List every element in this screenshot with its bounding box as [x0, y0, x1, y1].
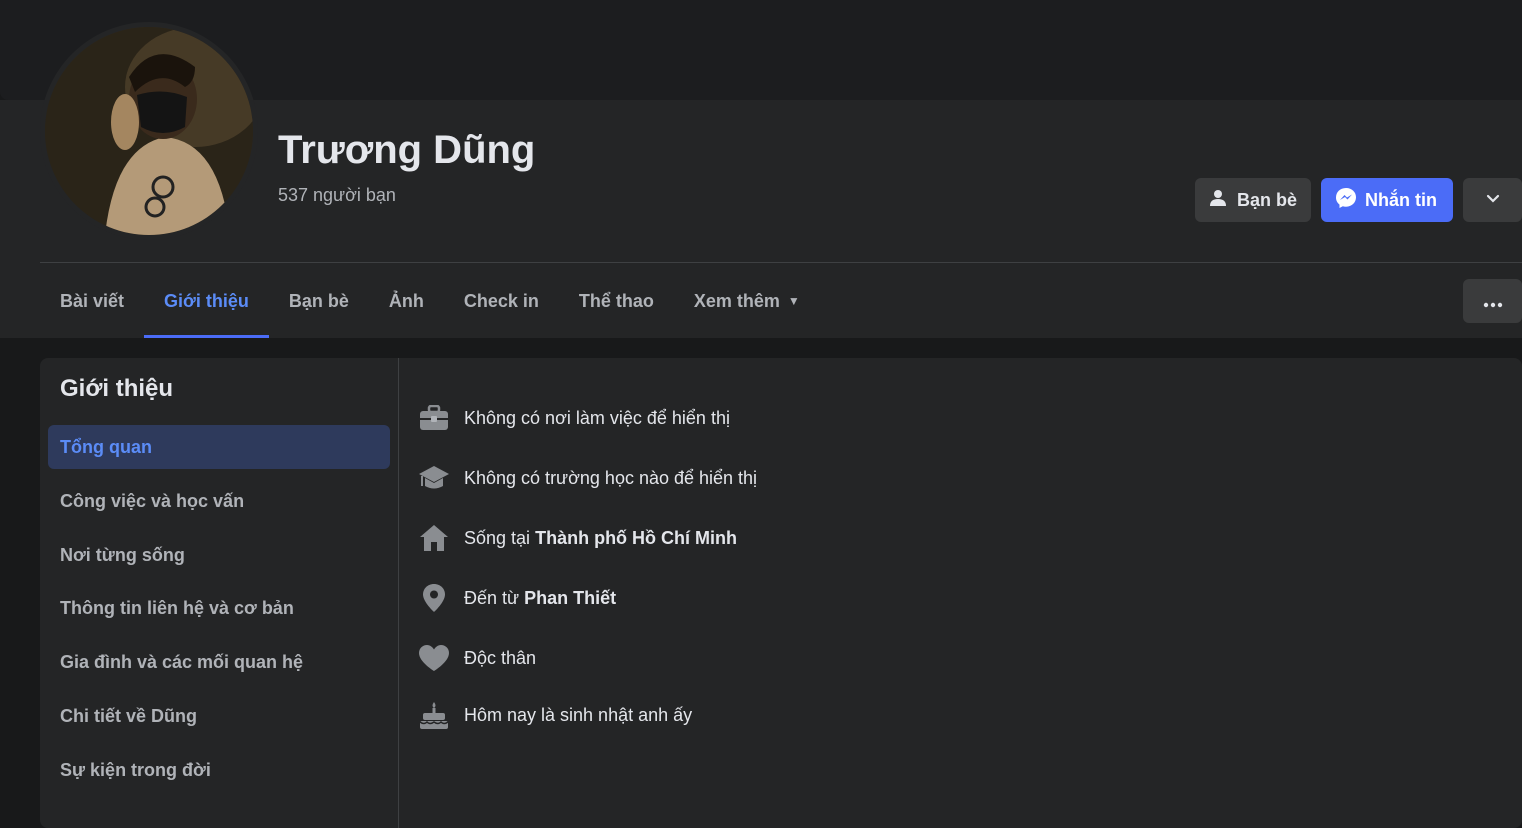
- tab-label: Check in: [463, 290, 539, 311]
- info-row-relationship: Độc thân: [418, 642, 536, 674]
- header-divider: [40, 262, 1522, 263]
- tab-about[interactable]: Giới thiệu: [144, 264, 269, 338]
- info-prefix: Sống tại: [464, 527, 531, 548]
- friends-button-label: Bạn bè: [1237, 189, 1298, 210]
- briefcase-icon: [418, 402, 450, 434]
- messenger-icon: [1335, 187, 1357, 214]
- home-icon: [418, 522, 450, 554]
- message-button[interactable]: Nhắn tin: [1321, 178, 1453, 222]
- profile-name: Trương Dũng: [278, 128, 536, 172]
- profile-avatar[interactable]: [40, 22, 258, 240]
- info-text: Không có trường học nào để hiển thị: [464, 467, 758, 488]
- about-panel: Giới thiệu Tổng quan Công việc và học vấ…: [40, 358, 1522, 828]
- about-sidebar: Giới thiệu Tổng quan Công việc và học vấ…: [40, 358, 399, 828]
- info-text: Sống tại Thành phố Hồ Chí Minh: [464, 528, 737, 549]
- info-text: Độc thân: [464, 647, 537, 668]
- about-title: Giới thiệu: [60, 375, 174, 402]
- tab-label: Giới thiệu: [164, 290, 249, 311]
- info-text: Đến từ Phan Thiết: [464, 588, 616, 609]
- friends-button[interactable]: Bạn bè: [1195, 178, 1311, 222]
- info-row-work: Không có nơi làm việc để hiển thị: [418, 402, 730, 434]
- tab-posts[interactable]: Bài viết: [40, 264, 144, 338]
- message-button-label: Nhắn tin: [1365, 189, 1437, 210]
- tab-label: Bạn bè: [288, 290, 349, 311]
- about-menu-life-events[interactable]: Sự kiện trong đời: [48, 748, 390, 792]
- tab-friends[interactable]: Bạn bè: [269, 264, 369, 338]
- info-text: Hôm nay là sinh nhật anh ấy: [464, 704, 693, 725]
- info-row-hometown: Đến từ Phan Thiết: [418, 582, 616, 614]
- about-menu-family-relationships[interactable]: Gia đình và các mối quan hệ: [48, 640, 390, 684]
- about-menu-places-lived[interactable]: Nơi từng sống: [48, 533, 390, 577]
- friends-count[interactable]: 537 người bạn: [278, 185, 396, 206]
- info-value-link[interactable]: Phan Thiết: [524, 588, 616, 608]
- chevron-down-icon: [1485, 190, 1501, 211]
- info-text: Không có nơi làm việc để hiển thị: [464, 407, 730, 428]
- tab-more[interactable]: Xem thêm ▼: [674, 264, 820, 338]
- tab-sports[interactable]: Thể thao: [559, 264, 674, 338]
- graduation-cap-icon: [418, 462, 450, 494]
- tab-label: Ảnh: [388, 290, 424, 311]
- info-value-link[interactable]: Thành phố Hồ Chí Minh: [535, 528, 737, 548]
- info-prefix: Đến từ: [464, 587, 520, 608]
- birthday-cake-icon: [418, 699, 450, 731]
- location-pin-icon: [418, 582, 450, 614]
- tab-photos[interactable]: Ảnh: [369, 264, 444, 338]
- info-row-current-city: Sống tại Thành phố Hồ Chí Minh: [418, 522, 737, 554]
- about-menu-contact-basic-info[interactable]: Thông tin liên hệ và cơ bản: [48, 586, 390, 630]
- user-check-icon: [1209, 188, 1229, 213]
- caret-down-icon: ▼: [787, 294, 800, 308]
- tab-label: Bài viết: [60, 290, 125, 311]
- profile-options-button[interactable]: [1463, 279, 1522, 323]
- avatar-photo: [45, 27, 253, 235]
- tab-label: Thể thao: [578, 290, 654, 311]
- info-row-birthday: Hôm nay là sinh nhật anh ấy: [418, 699, 692, 731]
- about-menu-details[interactable]: Chi tiết về Dũng: [48, 694, 390, 738]
- about-menu-work-education[interactable]: Công việc và học vấn: [48, 479, 390, 523]
- ellipsis-icon: [1483, 288, 1503, 314]
- info-row-education: Không có trường học nào để hiển thị: [418, 462, 757, 494]
- heart-icon: [418, 642, 450, 674]
- profile-tabs: Bài viết Giới thiệu Bạn bè Ảnh Check in …: [40, 264, 820, 338]
- tab-label: Xem thêm: [693, 290, 780, 311]
- about-menu-overview[interactable]: Tổng quan: [48, 425, 390, 469]
- tab-check-ins[interactable]: Check in: [444, 264, 559, 338]
- more-actions-button[interactable]: [1463, 178, 1522, 222]
